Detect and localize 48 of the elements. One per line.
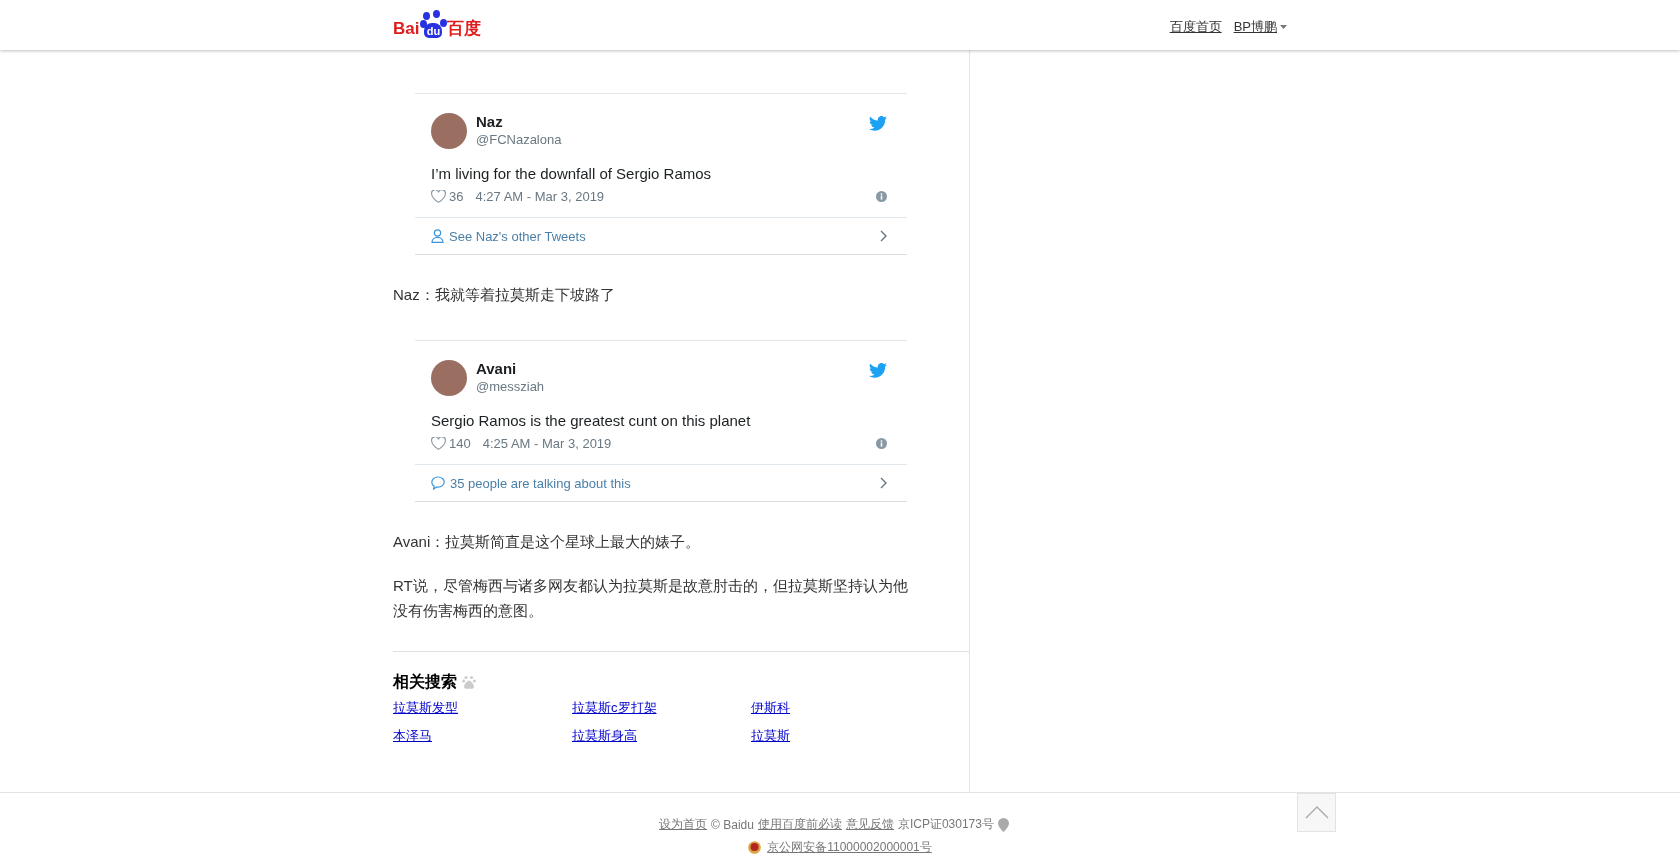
tweet-text: I’m living for the downfall of Sergio Ramos [431,164,713,184]
emblem-icon [748,841,762,854]
tweet-timestamp[interactable]: 4:25 AM - Mar 3, 2019 [482,435,876,451]
tweet-author-handle: @FCNazalona [476,131,563,148]
footer-text: © Baidu [711,817,754,832]
tweet-author-handle: @messziah [476,378,546,395]
header-link[interactable]: 百度首页 [1169,18,1222,36]
footer-link[interactable]: 使用百度前必读 [757,816,842,833]
speech-bubble-icon [431,476,445,490]
tweet-text: Sergio Ramos is the greatest cunt on this planet [431,411,752,431]
footer-link[interactable]: 意见反馈 [845,816,894,833]
bird-icon[interactable] [869,116,887,131]
related-search-link[interactable]: 本泽马 [393,726,432,746]
heart-icon[interactable] [431,189,446,203]
avatar [431,113,467,149]
like-count: 36 [449,188,464,204]
footer-link[interactable]: 设为首页 [659,816,708,833]
heart-icon[interactable] [431,436,446,450]
article-paragraph: Naz：我就等着拉莫斯走下坡路了 [393,285,616,305]
tweet-footer-link[interactable]: 35 people are talking about this [415,464,907,501]
related-search-link[interactable]: 拉莫斯c罗打架 [572,698,657,718]
footer-text: 京ICP证030173号 [897,816,994,833]
tweet-author-name: Avani [476,360,518,378]
paw-icon [462,675,476,689]
chevron-right-icon [880,477,887,489]
related-search-link[interactable]: 拉莫斯 [751,726,790,746]
footer-link[interactable]: 京公网安备11000002000001号 [767,839,932,856]
caret-icon [1280,25,1287,29]
person-icon [431,229,444,243]
bird-icon[interactable] [869,363,887,378]
article-paragraph: RT说，尽管梅西与诸多网友都认为拉莫斯是故意肘击的，但拉莫斯坚持认为他没有伤害梅西的意图。 [393,576,908,621]
related-search-link[interactable]: 拉莫斯身高 [572,726,637,746]
info-icon[interactable] [876,437,887,449]
article-paragraph: Avani：拉莫斯简直是这个星球上最大的婊子。 [393,532,702,552]
header-link[interactable]: BP博鹏 [1233,18,1287,36]
related-search-link[interactable]: 拉莫斯发型 [393,698,458,718]
chevron-up-icon [1304,806,1329,819]
tweet-footer-link[interactable]: See Naz's other Tweets [415,217,907,254]
logo[interactable]: Bai du 百度 [393,10,482,40]
chevron-right-icon [880,230,887,242]
tweet-author-name: Naz [476,113,504,131]
like-count: 140 [449,435,471,451]
tweet-timestamp[interactable]: 4:27 AM - Mar 3, 2019 [475,188,876,204]
info-icon[interactable] [876,190,887,202]
related-searches-heading: 相关搜索 [393,671,457,692]
map-pin-icon [997,817,1009,832]
related-search-link[interactable]: 伊斯科 [751,698,790,718]
avatar [431,360,467,396]
